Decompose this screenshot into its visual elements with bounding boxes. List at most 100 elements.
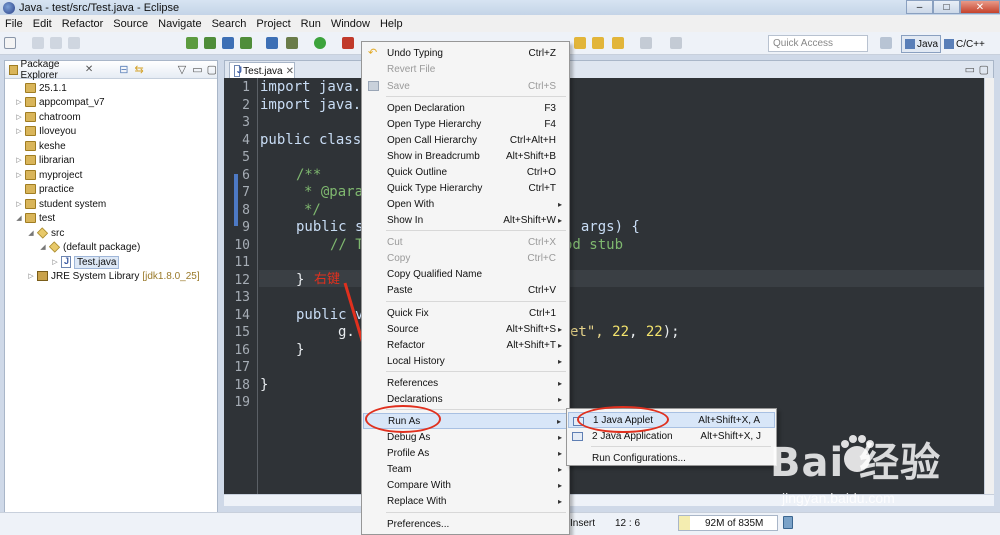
tree-item-project-test[interactable]: ◢ test — [15, 211, 55, 225]
menu-item-local-history[interactable]: Local History ▸ — [363, 353, 568, 369]
menu-item-copy[interactable]: Copy Ctrl+C — [363, 250, 568, 266]
minimize-editor-icon[interactable]: ▭ — [965, 63, 975, 76]
tree-item-project[interactable]: keshe — [15, 139, 66, 153]
expand-arrow-icon[interactable]: ▷ — [15, 156, 23, 164]
debug-icon[interactable] — [266, 37, 278, 49]
perspective-java-button[interactable]: Java — [901, 35, 941, 53]
menu-item-quick-fix[interactable]: Quick Fix Ctrl+1 — [363, 305, 568, 321]
menu-item-open-type-hierarchy[interactable]: Open Type Hierarchy F4 — [363, 116, 568, 132]
expand-arrow-icon[interactable]: ▷ — [15, 171, 23, 179]
menu-item-compare-with[interactable]: Compare With ▸ — [363, 477, 568, 493]
maximize-editor-icon[interactable]: ▢ — [979, 63, 989, 76]
menu-item-preferences[interactable]: Preferences... — [363, 516, 568, 532]
external-tools-icon[interactable] — [286, 37, 298, 49]
expand-arrow-icon[interactable]: ▷ — [15, 127, 23, 135]
menu-item-show-in[interactable]: Show In ▸ Alt+Shift+W — [363, 212, 568, 228]
menu-run[interactable]: Run — [296, 18, 326, 30]
annotation-icon[interactable] — [574, 37, 586, 49]
tree-item-project[interactable]: ▷ chatroom — [15, 110, 80, 124]
menu-item-show-in-breadcrumb[interactable]: Show in Breadcrumb Alt+Shift+B — [363, 148, 568, 164]
menu-item-open-call-hierarchy[interactable]: Open Call Hierarchy Ctrl+Alt+H — [363, 132, 568, 148]
tree-item-jre-library[interactable]: ▷ JRE System Library [jdk1.8.0_25] — [27, 269, 199, 283]
menu-item-refactor[interactable]: Refactor ▸ Alt+Shift+T — [363, 337, 568, 353]
menu-item-source[interactable]: Source ▸ Alt+Shift+S — [363, 321, 568, 337]
perspective-cpp-button[interactable]: C/C++ — [944, 35, 994, 53]
tree-item-default-package[interactable]: ◢ (default package) — [39, 240, 140, 254]
menu-item-open-declaration[interactable]: Open Declaration F3 — [363, 100, 568, 116]
tree-item-project[interactable]: practice — [15, 182, 74, 196]
back-icon[interactable] — [592, 37, 604, 49]
maximize-view-icon[interactable]: ▢ — [207, 63, 217, 76]
tree-item-src[interactable]: ◢ src — [27, 226, 64, 240]
menu-item-paste[interactable]: Paste Ctrl+V — [363, 282, 568, 298]
save-icon[interactable] — [32, 37, 44, 49]
menu-item-revert-file[interactable]: Revert File — [363, 61, 568, 77]
coverage-icon[interactable] — [342, 37, 354, 49]
expand-arrow-icon[interactable]: ▷ — [15, 200, 23, 208]
quick-access-input[interactable]: Quick Access — [768, 35, 868, 52]
print-icon[interactable] — [68, 37, 80, 49]
menu-edit[interactable]: Edit — [28, 18, 57, 30]
menu-item-replace-with[interactable]: Replace With ▸ — [363, 493, 568, 509]
tree-item-project[interactable]: 25.1.1 — [15, 81, 67, 95]
expand-arrow-icon[interactable]: ▷ — [27, 272, 35, 280]
menu-item-profile-as[interactable]: Profile As ▸ — [363, 445, 568, 461]
build-icon[interactable] — [186, 37, 198, 49]
menu-navigate[interactable]: Navigate — [153, 18, 206, 30]
link-editor-icon[interactable]: ⇆ — [135, 63, 144, 76]
next-icon[interactable] — [640, 37, 652, 49]
collapse-arrow-icon[interactable]: ◢ — [15, 214, 23, 222]
menu-item-quick-type-hierarchy[interactable]: Quick Type Hierarchy Ctrl+T — [363, 180, 568, 196]
pin-icon[interactable] — [670, 37, 682, 49]
close-tab-icon[interactable]: ✕ — [85, 64, 93, 75]
line-number: 12 — [234, 272, 250, 288]
tree-item-project[interactable]: ▷ Iloveyou — [15, 124, 76, 138]
menu-search[interactable]: Search — [207, 18, 252, 30]
menu-item-copy-qualified-name[interactable]: Copy Qualified Name — [363, 266, 568, 282]
minimize-button[interactable]: – — [906, 0, 933, 14]
save-all-icon[interactable] — [50, 37, 62, 49]
library-icon[interactable] — [204, 37, 216, 49]
collapse-arrow-icon[interactable]: ◢ — [27, 229, 35, 237]
skip-breakpoints-icon[interactable] — [222, 37, 234, 49]
menu-item-run-configurations[interactable]: Run Configurations... — [568, 450, 775, 466]
menu-file[interactable]: File — [0, 18, 28, 30]
maximize-button[interactable]: □ — [933, 0, 960, 14]
menu-item-label: Profile As — [387, 447, 430, 459]
minimize-view-icon[interactable]: ▭ — [192, 63, 202, 76]
editor-tab-test-java[interactable]: Test.java ✕ — [229, 62, 295, 79]
expand-arrow-icon[interactable]: ▷ — [15, 98, 23, 106]
tree-item-project[interactable]: ▷ appcompat_v7 — [15, 95, 104, 109]
menu-item-undo-typing[interactable]: ↶ Undo Typing Ctrl+Z — [363, 45, 568, 61]
menu-item-quick-outline[interactable]: Quick Outline Ctrl+O — [363, 164, 568, 180]
expand-arrow-icon[interactable]: ▷ — [15, 113, 23, 121]
menu-help[interactable]: Help — [375, 18, 408, 30]
menu-item-open-with[interactable]: Open With ▸ — [363, 196, 568, 212]
menu-item-cut[interactable]: Cut Ctrl+X — [363, 234, 568, 250]
collapse-all-icon[interactable]: ⊟ — [119, 63, 128, 76]
collapse-arrow-icon[interactable]: ◢ — [39, 243, 47, 251]
menu-refactor[interactable]: Refactor — [57, 18, 109, 30]
task-icon[interactable] — [240, 37, 252, 49]
menu-source[interactable]: Source — [108, 18, 153, 30]
menu-window[interactable]: Window — [326, 18, 375, 30]
tree-item-project[interactable]: ▷ myproject — [15, 168, 82, 182]
view-menu-icon[interactable]: ▽ — [178, 63, 186, 76]
menu-project[interactable]: Project — [251, 18, 295, 30]
forward-icon[interactable] — [612, 37, 624, 49]
code-line-2: import java. — [260, 97, 361, 115]
tree-item-project[interactable]: ▷ librarian — [15, 153, 74, 167]
expand-arrow-icon[interactable]: ▷ — [51, 258, 59, 266]
tree-item-project[interactable]: ▷ student system — [15, 197, 106, 211]
open-perspective-icon[interactable] — [880, 37, 892, 49]
close-button[interactable]: ✕ — [960, 0, 1000, 14]
menu-item-shortcut: Alt+Shift+B — [505, 150, 556, 162]
run-icon[interactable] — [314, 37, 326, 49]
menu-item-save[interactable]: Save Ctrl+S — [363, 78, 568, 94]
tree-item-test-java[interactable]: ▷ Test.java — [51, 255, 120, 269]
package-explorer-tab[interactable]: Package Explorer ✕ — [5, 59, 93, 81]
close-tab-icon[interactable]: ✕ — [286, 66, 294, 77]
menu-item-references[interactable]: References ▸ — [363, 375, 568, 391]
new-file-icon[interactable] — [4, 37, 16, 49]
menu-item-team[interactable]: Team ▸ — [363, 461, 568, 477]
